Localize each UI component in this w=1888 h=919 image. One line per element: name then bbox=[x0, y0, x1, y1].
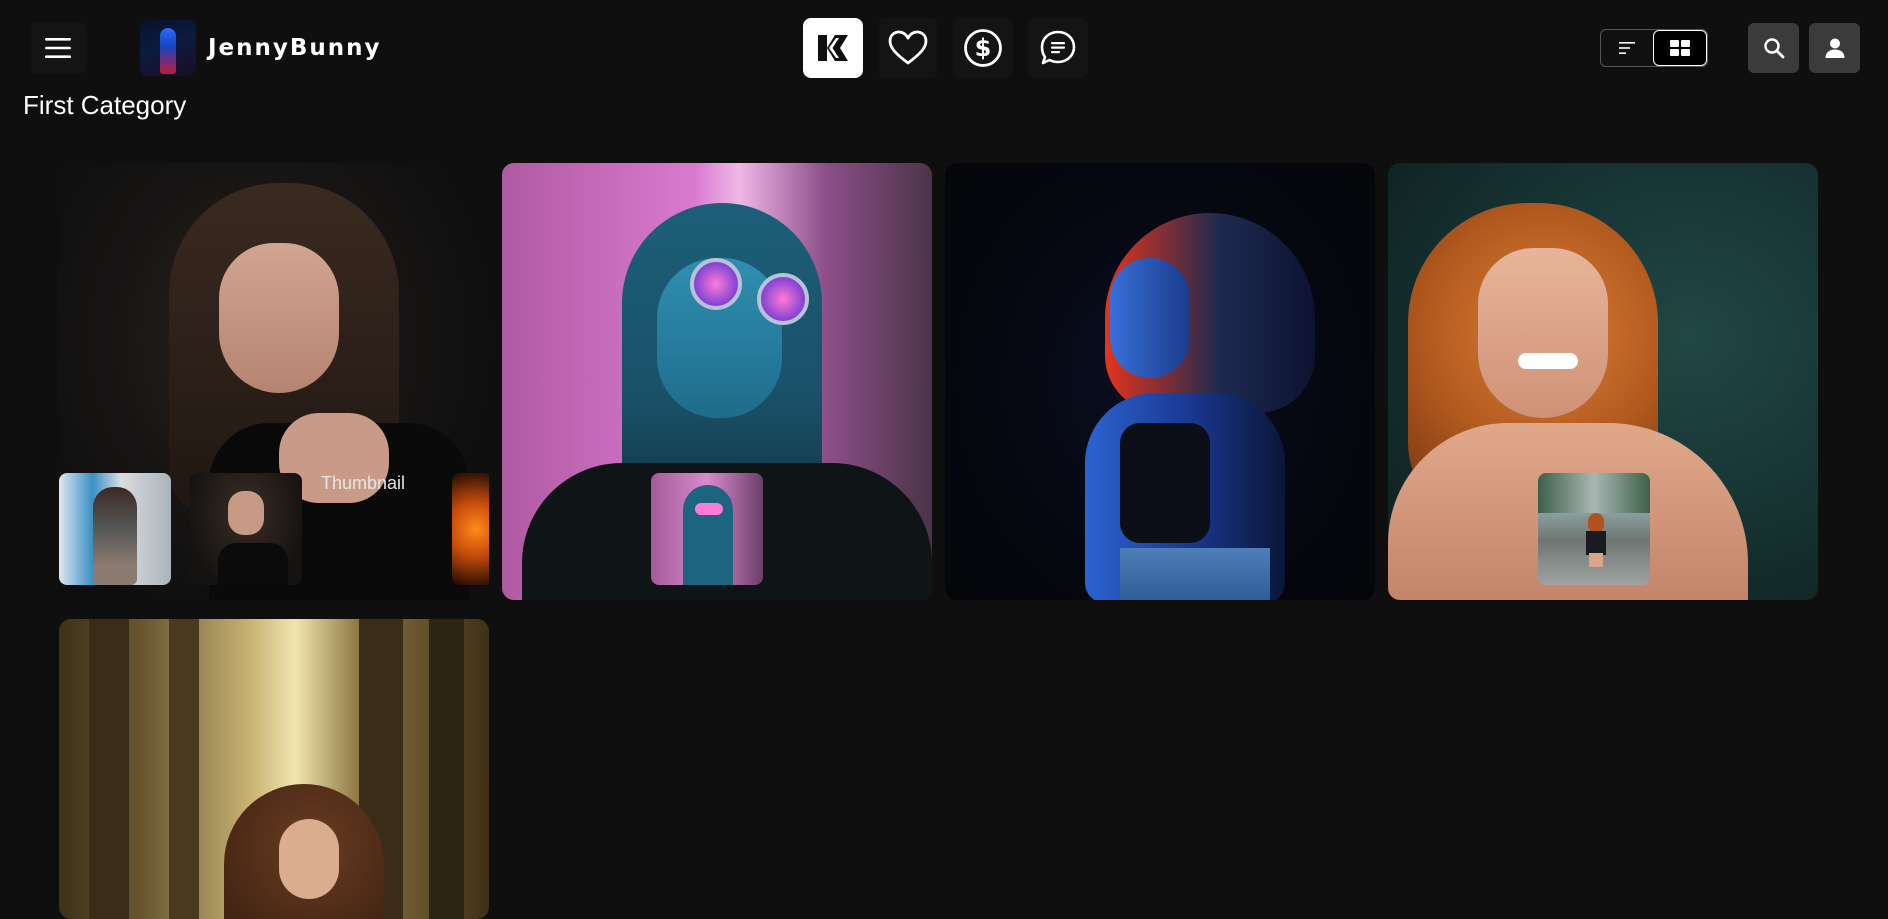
gallery-card[interactable]: Thumbnail bbox=[59, 163, 489, 600]
brand-name: JennyBunny bbox=[208, 35, 382, 61]
dollar-circle-icon: $ bbox=[964, 29, 1002, 67]
search-button[interactable] bbox=[1748, 23, 1799, 73]
list-view-icon bbox=[1619, 42, 1635, 54]
brand[interactable]: JennyBunny bbox=[140, 20, 382, 76]
grid-view-icon bbox=[1670, 40, 1690, 56]
svg-text:$: $ bbox=[975, 34, 992, 62]
card-photo bbox=[59, 619, 489, 919]
top-bar: JennyBunny $ bbox=[0, 0, 1888, 96]
thumbnail[interactable] bbox=[59, 473, 171, 585]
gallery-card[interactable] bbox=[502, 163, 932, 600]
heart-icon bbox=[888, 30, 928, 65]
thumbnail[interactable] bbox=[190, 473, 302, 585]
nav-home-button[interactable] bbox=[803, 18, 863, 78]
thumbnail[interactable] bbox=[651, 473, 763, 585]
main-nav: $ bbox=[803, 18, 1088, 78]
brand-avatar bbox=[140, 20, 196, 76]
gallery-card[interactable] bbox=[59, 619, 489, 919]
nav-favorites-button[interactable] bbox=[878, 18, 938, 78]
list-view-button[interactable] bbox=[1601, 30, 1653, 66]
chat-bubble-icon bbox=[1040, 30, 1076, 65]
nav-payments-button[interactable]: $ bbox=[953, 18, 1013, 78]
account-button[interactable] bbox=[1809, 23, 1860, 73]
user-icon bbox=[1825, 38, 1844, 58]
hamburger-menu-icon bbox=[45, 38, 71, 58]
search-icon bbox=[1763, 38, 1784, 59]
gallery-card[interactable] bbox=[945, 163, 1375, 600]
card-photo bbox=[945, 163, 1375, 600]
category-title: First Category bbox=[23, 90, 187, 120]
thumbnail[interactable] bbox=[452, 473, 489, 585]
broken-thumbnail[interactable]: Thumbnail bbox=[321, 473, 405, 494]
thumbnail[interactable] bbox=[1538, 473, 1650, 585]
view-toggle bbox=[1600, 29, 1708, 67]
nav-messages-button[interactable] bbox=[1028, 18, 1088, 78]
brand-logo-icon bbox=[818, 35, 848, 61]
gallery-card[interactable] bbox=[1388, 163, 1818, 600]
grid-view-button[interactable] bbox=[1653, 30, 1707, 66]
menu-button[interactable] bbox=[30, 22, 86, 74]
